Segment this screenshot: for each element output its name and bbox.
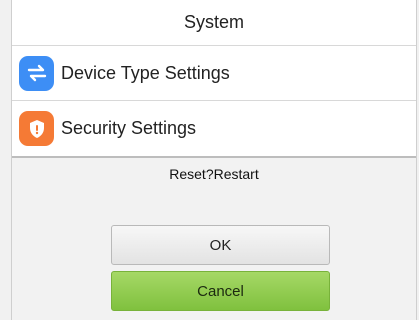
menu-item-label: Device Type Settings (61, 62, 230, 83)
confirm-dialog: Reset?Restart OK Cancel (11, 158, 417, 320)
swap-arrows-icon (19, 55, 54, 91)
menu-item-label: Security Settings (61, 118, 197, 138)
cancel-button[interactable]: Cancel (111, 271, 330, 311)
ok-button[interactable]: OK (111, 225, 330, 265)
dialog-message: Reset?Restart (169, 166, 259, 182)
menu-item-security-settings[interactable]: Security Settings (12, 101, 416, 158)
system-menu-panel: System Device Type Settings Security Set… (11, 0, 417, 158)
screen: System Device Type Settings Security Set… (0, 0, 419, 320)
page-title: System (12, 0, 416, 46)
shield-icon (19, 111, 54, 146)
menu-item-device-type-settings[interactable]: Device Type Settings (12, 46, 416, 101)
